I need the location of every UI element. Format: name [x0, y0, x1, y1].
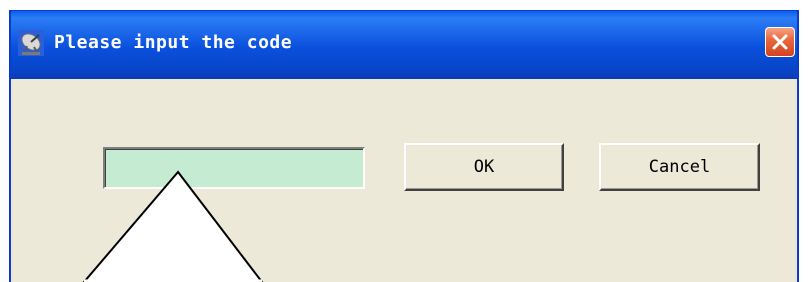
cancel-button[interactable]: Cancel — [599, 143, 760, 191]
close-icon — [772, 34, 788, 50]
code-input[interactable] — [103, 147, 365, 189]
dialog-body: OK Cancel — [11, 79, 797, 282]
screenshot-stage: Please input the code OK Cancel — [0, 0, 809, 282]
dialog-title: Please input the code — [54, 32, 293, 53]
code-dialog-window: Please input the code OK Cancel — [9, 10, 799, 282]
title-bar[interactable]: Please input the code — [11, 11, 797, 79]
ok-button[interactable]: OK — [404, 143, 564, 191]
satellite-dish-icon — [18, 30, 44, 56]
close-button[interactable] — [765, 27, 795, 57]
